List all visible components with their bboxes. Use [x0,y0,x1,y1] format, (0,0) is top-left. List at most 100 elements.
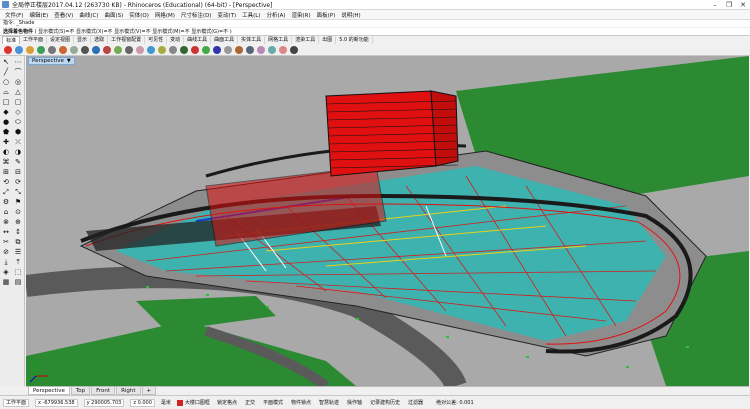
tool-icon-10[interactable]: ◆ [1,108,11,117]
menu-item-3[interactable]: 曲线(C) [76,11,101,19]
toolbar-icon-3[interactable] [37,45,45,54]
menu-item-4[interactable]: 曲面(S) [101,11,126,19]
tool-icon-21[interactable]: ✎ [13,158,23,167]
toolbar-tab-1[interactable]: 工作平面 [20,36,48,44]
toolbar-icon-25[interactable] [279,45,287,54]
tool-icon-31[interactable]: ⊙ [13,208,23,217]
tool-icon-17[interactable]: ⤫ [13,138,23,147]
tool-icon-40[interactable]: ⤓ [1,258,11,267]
toolbar-icon-10[interactable] [114,45,122,54]
toolbar-icon-24[interactable] [268,45,276,54]
toolbar-tab-4[interactable]: 选取 [91,36,109,44]
toolbar-tab-8[interactable]: 曲线工具 [184,36,212,44]
toolbar-tab-13[interactable]: 出图 [319,36,337,44]
menu-item-0[interactable]: 文件(F) [2,11,26,19]
toolbar-icon-16[interactable] [180,45,188,54]
cplane-selector[interactable]: 工作平面 [3,398,30,407]
status-toggle-0[interactable]: 锁定格点 [216,400,238,406]
tool-icon-24[interactable]: ⟲ [1,178,11,187]
tool-icon-8[interactable]: □ [1,98,11,107]
status-toggle-2[interactable]: 平面模式 [262,400,284,406]
tool-icon-4[interactable]: ○ [1,78,11,87]
menu-item-1[interactable]: 编辑(E) [26,11,51,19]
status-toggle-1[interactable]: 正交 [244,400,256,406]
tool-icon-3[interactable]: ⌒ [13,68,23,77]
status-toggle-3[interactable]: 物件锁点 [290,400,312,406]
toolbar-icon-9[interactable] [103,45,111,54]
toolbar-tab-5[interactable]: 工作视窗配置 [108,36,146,44]
menu-item-5[interactable]: 实体(O) [126,11,152,19]
toolbar-tab-2[interactable]: 设定视图 [47,36,75,44]
tool-icon-32[interactable]: ⊗ [1,218,11,227]
tool-icon-39[interactable]: ☰ [13,248,23,257]
tool-icon-20[interactable]: ⌘ [1,158,11,167]
tool-icon-43[interactable]: ⬚ [13,268,23,277]
toolbar-icon-26[interactable] [290,45,298,54]
toolbar-icon-18[interactable] [202,45,210,54]
current-layer[interactable]: 大楼口图框 [176,399,210,406]
tool-icon-30[interactable]: ⌂ [1,208,11,217]
tool-icon-45[interactable]: ▤ [13,278,23,287]
tool-icon-34[interactable]: ↔ [1,228,11,237]
toolbar-icon-5[interactable] [59,45,67,54]
view-tab-3[interactable]: Right [116,387,141,395]
menu-item-11[interactable]: 渲染(R) [289,11,314,19]
toolbar-icon-22[interactable] [246,45,254,54]
tool-icon-18[interactable]: ◐ [1,148,11,157]
toolbar-tab-7[interactable]: 变动 [167,36,185,44]
toolbar-tab-12[interactable]: 渲染工具 [292,36,320,44]
toolbar-icon-11[interactable] [125,45,133,54]
maximize-button[interactable]: ❐ [722,0,736,10]
toolbar-tab-0[interactable]: 标准 [2,36,21,44]
tool-icon-37[interactable]: ⧉ [13,238,23,247]
tool-icon-22[interactable]: ⊞ [1,168,11,177]
toolbar-icon-19[interactable] [213,45,221,54]
view-tab-0[interactable]: Perspective [28,387,70,395]
toolbar-icon-2[interactable] [26,45,34,54]
toolbar-icon-1[interactable] [15,45,23,54]
toolbar-icon-6[interactable] [70,45,78,54]
toolbar-tab-3[interactable]: 显示 [74,36,92,44]
tool-icon-42[interactable]: ◈ [1,268,11,277]
tool-icon-44[interactable]: ▦ [1,278,11,287]
tool-icon-36[interactable]: ✂ [1,238,11,247]
toolbar-icon-7[interactable] [81,45,89,54]
menu-item-8[interactable]: 变动(T) [214,11,239,19]
tool-icon-26[interactable]: ⤢ [1,188,11,197]
status-toggle-6[interactable]: 记录建构历史 [369,400,401,406]
toolbar-icon-0[interactable] [4,45,12,54]
tool-icon-38[interactable]: ⊘ [1,248,11,257]
tool-icon-12[interactable]: ● [1,118,11,127]
toolbar-tab-9[interactable]: 曲面工具 [211,36,239,44]
viewport-title[interactable]: Perspective ▼ [28,57,75,65]
tool-icon-0[interactable]: ↖ [1,58,11,67]
toolbar-icon-13[interactable] [147,45,155,54]
toolbar-icon-12[interactable] [136,45,144,54]
toolbar-tab-6[interactable]: 可见性 [145,36,168,44]
view-tab-1[interactable]: Top [70,387,91,395]
tool-icon-19[interactable]: ◑ [13,148,23,157]
menu-item-7[interactable]: 尺寸标注(D) [178,11,215,19]
toolbar-icon-15[interactable] [169,45,177,54]
viewport-menu-icon[interactable]: ▼ [67,58,71,64]
toolbar-icon-14[interactable] [158,45,166,54]
tool-icon-15[interactable]: ⬢ [13,128,23,137]
tool-icon-41[interactable]: ⤒ [13,258,23,267]
tool-icon-28[interactable]: ⚙ [1,198,11,207]
tool-icon-35[interactable]: ↕ [13,228,23,237]
toolbar-tab-11[interactable]: 网格工具 [265,36,293,44]
tool-icon-16[interactable]: ✚ [1,138,11,147]
toolbar-icon-8[interactable] [92,45,100,54]
status-toggle-5[interactable]: 操作轴 [346,400,363,406]
toolbar-tab-10[interactable]: 实体工具 [238,36,266,44]
minimize-button[interactable]: – [708,0,722,10]
tool-icon-9[interactable]: ▢ [13,98,23,107]
close-button[interactable]: ✕ [736,0,750,10]
tool-icon-14[interactable]: ⬟ [1,128,11,137]
tool-icon-5[interactable]: ◎ [13,78,23,87]
tool-icon-1[interactable]: ⋯ [13,58,23,67]
tool-icon-23[interactable]: ⊟ [13,168,23,177]
tool-icon-2[interactable]: ╱ [1,68,11,77]
menu-item-13[interactable]: 说明(H) [338,11,363,19]
perspective-viewport[interactable]: Perspective ▼ [26,56,749,386]
